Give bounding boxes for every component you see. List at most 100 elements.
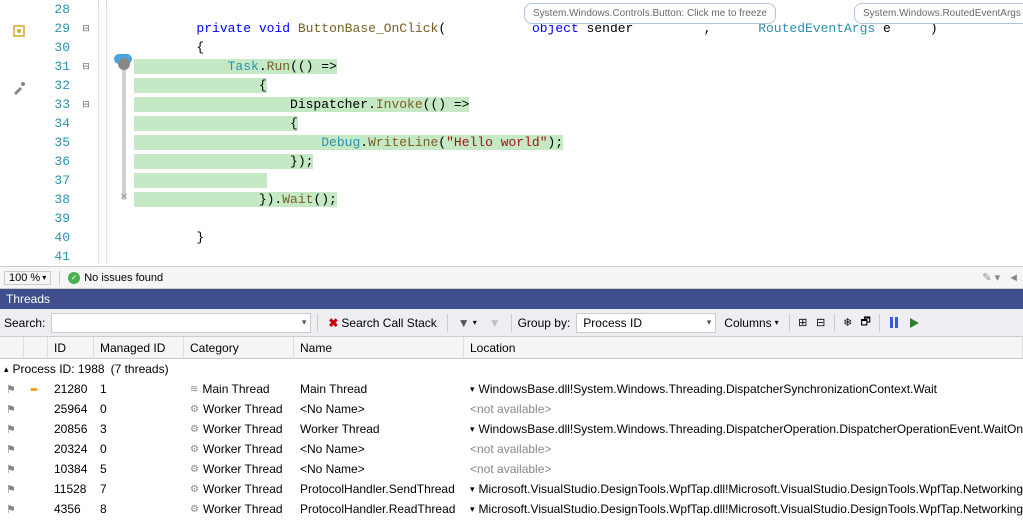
thread-name: <No Name>	[294, 459, 464, 479]
category-text: Worker Thread	[203, 402, 283, 416]
thread-row[interactable]: ⚑43568⚙Worker ThreadProtocolHandler.Read…	[0, 499, 1023, 519]
zoom-value: 100 %	[9, 272, 40, 284]
flag-icon[interactable]: ⚑	[6, 423, 16, 436]
fold-toggle[interactable]: ⊟	[78, 19, 94, 38]
code-line[interactable]: }).Wait();	[94, 190, 1023, 209]
code-line[interactable]	[94, 247, 1023, 266]
thread-row[interactable]: ⚑➨212801≋Main ThreadMain Thread▾WindowsB…	[0, 379, 1023, 399]
gear-icon: ⚙	[190, 424, 199, 435]
fold-column[interactable]: ⊟ ⊟ ⊟	[78, 0, 94, 266]
category-text: Main Thread	[202, 382, 269, 396]
code-line[interactable]: {	[94, 114, 1023, 133]
expand-icon[interactable]: ⊞	[796, 313, 810, 333]
fold-toggle[interactable]: ⊟	[78, 95, 94, 114]
group-count: (7 threads)	[111, 362, 169, 376]
col-name[interactable]: Name	[294, 337, 464, 358]
group-label: Process ID: 1988	[13, 362, 105, 376]
thread-id: 20324	[48, 439, 94, 459]
flag-icon[interactable]: ⚑	[6, 503, 16, 516]
groupby-combo[interactable]: Process ID	[576, 313, 716, 333]
code-line[interactable]: });	[94, 152, 1023, 171]
code-editor[interactable]: 2829303132333435363738394041 ⊟⊟⊟ ✕ priva…	[0, 0, 1023, 267]
brush-icon[interactable]: ✎ ▾	[982, 271, 1000, 284]
thread-row[interactable]: ⚑115287⚙Worker ThreadProtocolHandler.Sen…	[0, 479, 1023, 499]
main-thread-icon: ≋	[190, 384, 198, 395]
managed-id: 8	[94, 499, 184, 519]
screwdriver-icon[interactable]	[12, 81, 26, 95]
line-number: 41	[38, 247, 70, 266]
filter-button[interactable]: ▼▾	[454, 313, 481, 333]
chevron-down-icon[interactable]: ▾	[470, 424, 475, 435]
freeze-threads-icon[interactable]: ❄	[841, 313, 855, 333]
zoom-level-combo[interactable]: 100 % ▾	[4, 271, 51, 285]
x-icon: ✖	[328, 316, 338, 330]
line-number: 39	[38, 209, 70, 228]
col-id[interactable]: ID	[48, 337, 94, 358]
code-line[interactable]: Task.Run(() =>	[94, 57, 1023, 76]
threads-panel-title[interactable]: Threads	[0, 289, 1023, 309]
threads-grid-body[interactable]: ⚑➨212801≋Main ThreadMain Thread▾WindowsB…	[0, 379, 1023, 519]
location-text: <not available>	[470, 462, 551, 476]
col-location[interactable]: Location	[464, 337, 1023, 358]
columns-button[interactable]: Columns▾	[720, 313, 782, 333]
thread-id: 21280	[48, 379, 94, 399]
managed-id: 5	[94, 459, 184, 479]
location-text: Microsoft.VisualStudio.DesignTools.WpfTa…	[479, 502, 1023, 516]
chevron-up-icon[interactable]: ▴	[4, 364, 9, 375]
inline-hint[interactable]: System.Windows.Controls.Button: Click me…	[524, 3, 776, 24]
line-number: 37	[38, 171, 70, 190]
col-category[interactable]: Category	[184, 337, 294, 358]
flag-icon[interactable]: ⚑	[6, 443, 16, 456]
thread-name: Worker Thread	[294, 419, 464, 439]
thread-name: <No Name>	[294, 439, 464, 459]
category-text: Worker Thread	[203, 422, 283, 436]
location-text: WindowsBase.dll!System.Windows.Threading…	[479, 422, 1023, 436]
thread-row[interactable]: ⚑103845⚙Worker Thread<No Name><not avail…	[0, 459, 1023, 479]
gear-icon: ⚙	[190, 484, 199, 495]
inline-hint[interactable]: System.Windows.RoutedEventArgs	[854, 3, 1023, 24]
code-line[interactable]	[94, 209, 1023, 228]
chevron-down-icon[interactable]: ▾	[470, 384, 475, 395]
thread-row[interactable]: ⚑208563⚙Worker ThreadWorker Thread▾Windo…	[0, 419, 1023, 439]
search-input[interactable]	[51, 313, 311, 333]
clear-search-button[interactable]: ✖ Search Call Stack	[324, 313, 440, 333]
group-row[interactable]: ▴ Process ID: 1988 (7 threads)	[0, 359, 1023, 379]
continue-button[interactable]	[906, 313, 923, 333]
category-text: Worker Thread	[203, 482, 283, 496]
code-line[interactable]	[94, 171, 1023, 190]
chevron-down-icon[interactable]: ▾	[470, 484, 475, 495]
line-number: 35	[38, 133, 70, 152]
flag-icon[interactable]: ⚑	[6, 403, 16, 416]
category-text: Worker Thread	[203, 442, 283, 456]
col-managed-id[interactable]: Managed ID	[94, 337, 184, 358]
fold-toggle[interactable]: ⊟	[78, 57, 94, 76]
collapse-icon[interactable]: ⊟	[814, 313, 828, 333]
code-line[interactable]: Dispatcher.Invoke(() =>	[94, 95, 1023, 114]
chevron-down-icon[interactable]: ▾	[470, 504, 475, 515]
code-line[interactable]: {	[94, 76, 1023, 95]
thread-id: 25964	[48, 399, 94, 419]
issues-text: No issues found	[84, 272, 163, 284]
flag-icon[interactable]: ⚑	[6, 463, 16, 476]
code-line[interactable]: }	[94, 228, 1023, 247]
pause-button[interactable]	[886, 313, 902, 333]
issues-indicator[interactable]: ✓ No issues found	[68, 272, 163, 284]
funnel-icon: ▼	[458, 316, 470, 330]
thread-row[interactable]: ⚑203240⚙Worker Thread<No Name><not avail…	[0, 439, 1023, 459]
search-label: Search:	[4, 316, 45, 330]
line-number: 31	[38, 57, 70, 76]
thread-row[interactable]: ⚑259640⚙Worker Thread<No Name><not avail…	[0, 399, 1023, 419]
code-line[interactable]: private void ButtonBase_OnClick( object …	[94, 19, 1023, 38]
threads-grid-header[interactable]: ID Managed ID Category Name Location	[0, 337, 1023, 359]
thaw-threads-icon[interactable]: 🗗	[859, 313, 873, 333]
code-line[interactable]: {	[94, 38, 1023, 57]
location-text: <not available>	[470, 402, 551, 416]
line-number: 38	[38, 190, 70, 209]
thread-id: 4356	[48, 499, 94, 519]
code-line[interactable]: Debug.WriteLine("Hello world");	[94, 133, 1023, 152]
flag-icon[interactable]: ⚑	[6, 383, 16, 396]
code-text-area[interactable]: ✕ private void ButtonBase_OnClick( objec…	[94, 0, 1023, 266]
gear-icon: ⚙	[190, 504, 199, 515]
flag-icon[interactable]: ⚑	[6, 483, 16, 496]
managed-id: 3	[94, 419, 184, 439]
